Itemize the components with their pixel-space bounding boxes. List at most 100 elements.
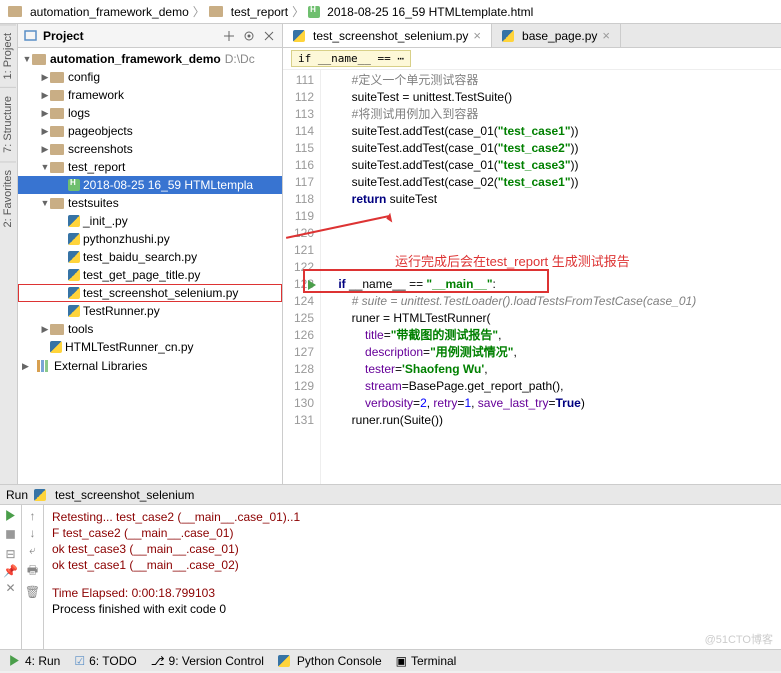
close-icon[interactable]: × bbox=[602, 28, 610, 43]
tree-file-highlighted[interactable]: test_screenshot_selenium.py bbox=[18, 284, 282, 302]
tree-file-selected[interactable]: 2018-08-25 16_59 HTMLtempla bbox=[18, 176, 282, 194]
bottom-python-console[interactable]: Python Console bbox=[278, 654, 382, 668]
bottom-vc[interactable]: ⎇9: Version Control bbox=[151, 654, 264, 668]
pin-icon[interactable]: 📌 bbox=[3, 564, 18, 578]
folder-icon bbox=[50, 144, 64, 155]
watermark: @51CTO博客 bbox=[705, 631, 773, 647]
tree-file[interactable]: TestRunner.py bbox=[18, 302, 282, 320]
chevron-right-icon[interactable]: ▶ bbox=[40, 324, 50, 335]
bottom-run[interactable]: 4: Run bbox=[8, 654, 60, 668]
chevron-right-icon[interactable]: ▶ bbox=[40, 90, 50, 101]
html-icon bbox=[308, 6, 320, 18]
html-icon bbox=[68, 179, 80, 191]
chevron-right-icon[interactable]: ▶ bbox=[22, 361, 32, 372]
gear-icon[interactable] bbox=[242, 29, 256, 43]
annotation-text: 运行完成后会在test_report 生成测试报告 bbox=[395, 251, 630, 270]
chevron-right-icon[interactable]: ▶ bbox=[40, 108, 50, 119]
python-icon bbox=[68, 287, 80, 299]
breadcrumb: automation_framework_demo 〉 test_report … bbox=[0, 0, 781, 24]
tree-file[interactable]: test_baidu_search.py bbox=[18, 248, 282, 266]
tree-folder[interactable]: ▶config bbox=[18, 68, 282, 86]
output-line: ok test_case1 (__main__.case_02) bbox=[52, 557, 773, 573]
tree-file[interactable]: test_get_page_title.py bbox=[18, 266, 282, 284]
python-icon bbox=[68, 305, 80, 317]
chevron-right-icon: 〉 bbox=[292, 3, 304, 20]
python-icon bbox=[278, 655, 290, 667]
external-libraries[interactable]: ▶ External Libraries bbox=[18, 356, 282, 376]
run-title: Run bbox=[6, 488, 28, 502]
project-title: Project bbox=[43, 29, 84, 43]
chevron-right-icon[interactable]: ▶ bbox=[40, 72, 50, 83]
tree-folder[interactable]: ▶screenshots bbox=[18, 140, 282, 158]
folder-icon bbox=[50, 198, 64, 209]
breadcrumb-leaf[interactable]: 2018-08-25 16_59 HTMLtemplate.html bbox=[327, 5, 533, 19]
chevron-right-icon[interactable]: ▶ bbox=[40, 144, 50, 155]
python-icon bbox=[34, 489, 46, 501]
run-toolbar-left: ⊟ 📌 ✕ bbox=[0, 505, 22, 649]
chevron-right-icon[interactable]: ▶ bbox=[40, 126, 50, 137]
python-icon bbox=[50, 341, 62, 353]
breadcrumb-root[interactable]: automation_framework_demo bbox=[30, 5, 189, 19]
python-icon bbox=[502, 30, 514, 42]
print-icon[interactable]: 🖶 bbox=[27, 561, 38, 582]
bottom-terminal[interactable]: ▣Terminal bbox=[396, 654, 457, 668]
tree-root[interactable]: ▼ automation_framework_demo D:\Dc bbox=[18, 50, 282, 68]
folder-icon bbox=[50, 162, 64, 173]
tab-other[interactable]: base_page.py × bbox=[492, 24, 621, 47]
tree-folder-testsuites[interactable]: ▼testsuites bbox=[18, 194, 282, 212]
python-icon bbox=[68, 251, 80, 263]
code-lines[interactable]: #定义一个单元测试容器 suiteTest = unittest.TestSui… bbox=[321, 70, 781, 484]
sidebar-tab-favorites[interactable]: 2: Favorites bbox=[0, 161, 16, 235]
chevron-down-icon[interactable]: ▼ bbox=[40, 162, 50, 172]
tree-root-path: D:\Dc bbox=[225, 52, 255, 66]
layout-icon[interactable]: ⊟ bbox=[5, 547, 15, 561]
bottom-todo[interactable]: ☑6: TODO bbox=[74, 654, 136, 668]
tree-file[interactable]: _init_.py bbox=[18, 212, 282, 230]
run-gutter-icon[interactable] bbox=[303, 276, 321, 293]
breadcrumb-mid[interactable]: test_report bbox=[231, 5, 288, 19]
code-editor[interactable]: 111112113 114115116 117118119 120121122 … bbox=[283, 70, 781, 484]
chevron-down-icon[interactable]: ▼ bbox=[40, 198, 50, 208]
output-line: Retesting... test_case2 (__main__.case_0… bbox=[52, 509, 773, 525]
close-icon[interactable]: × bbox=[473, 28, 481, 43]
project-icon bbox=[24, 29, 37, 42]
output-line: ok test_case3 (__main__.case_01) bbox=[52, 541, 773, 557]
wrap-icon[interactable]: ⤶ bbox=[29, 543, 36, 558]
editor-tabs: test_screenshot_selenium.py × base_page.… bbox=[283, 24, 781, 48]
tab-active[interactable]: test_screenshot_selenium.py × bbox=[283, 24, 492, 47]
tree-root-label: automation_framework_demo bbox=[50, 52, 221, 66]
project-tree[interactable]: ▼ automation_framework_demo D:\Dc ▶confi… bbox=[18, 48, 282, 484]
output-line: F test_case2 (__main__.case_01) bbox=[52, 525, 773, 541]
folder-icon bbox=[50, 126, 64, 137]
tree-folder[interactable]: ▶pageobjects bbox=[18, 122, 282, 140]
tree-file[interactable]: pythonzhushi.py bbox=[18, 230, 282, 248]
folder-icon bbox=[50, 108, 64, 119]
project-panel: Project ▼ automation_framework_demo D:\D… bbox=[18, 24, 283, 484]
crumb-chip[interactable]: if __name__ == ⋯ bbox=[291, 50, 411, 67]
tree-folder[interactable]: ▶framework bbox=[18, 86, 282, 104]
tree-folder[interactable]: ▶tools bbox=[18, 320, 282, 338]
chevron-right-icon: 〉 bbox=[193, 3, 205, 20]
python-icon bbox=[68, 269, 80, 281]
down-arrow-icon[interactable]: ↓ bbox=[30, 526, 36, 540]
hide-icon[interactable] bbox=[262, 29, 276, 43]
rerun-button[interactable] bbox=[4, 509, 17, 525]
folder-icon bbox=[50, 324, 64, 335]
folder-icon bbox=[32, 54, 46, 65]
sidebar-tab-project[interactable]: 1: Project bbox=[0, 24, 16, 87]
close-icon[interactable]: ✕ bbox=[5, 581, 15, 595]
project-header: Project bbox=[18, 24, 282, 48]
stop-button[interactable] bbox=[4, 528, 17, 544]
trash-icon[interactable]: 🗑 bbox=[25, 585, 40, 599]
tree-file[interactable]: HTMLTestRunner_cn.py bbox=[18, 338, 282, 356]
folder-icon bbox=[50, 72, 64, 83]
output-line: Time Elapsed: 0:00:18.799103 bbox=[52, 585, 773, 601]
collapse-icon[interactable] bbox=[222, 29, 236, 43]
run-output[interactable]: Retesting... test_case2 (__main__.case_0… bbox=[44, 505, 781, 649]
folder-icon bbox=[209, 6, 223, 17]
chevron-down-icon[interactable]: ▼ bbox=[22, 54, 32, 64]
tree-folder[interactable]: ▶logs bbox=[18, 104, 282, 122]
sidebar-tab-structure[interactable]: 7: Structure bbox=[0, 87, 16, 161]
up-arrow-icon[interactable]: ↑ bbox=[30, 509, 36, 523]
tree-folder-test-report[interactable]: ▼test_report bbox=[18, 158, 282, 176]
